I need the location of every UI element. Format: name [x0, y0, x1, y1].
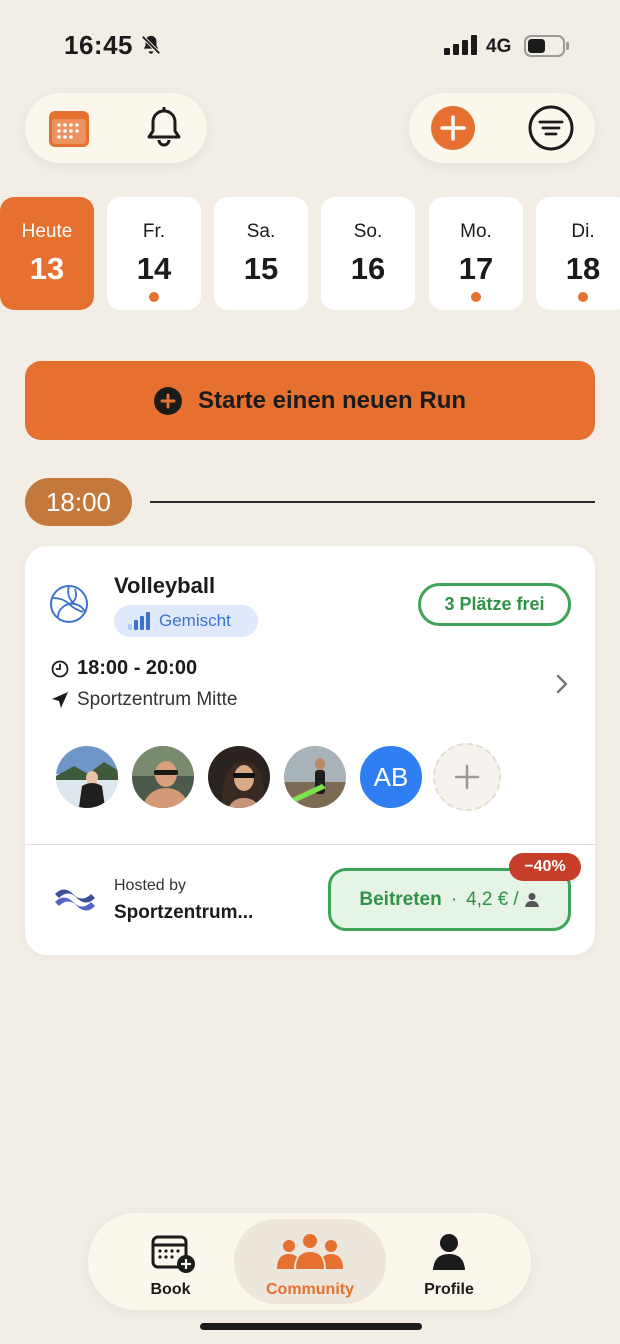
time-slot-chip: 18:00: [25, 478, 132, 526]
join-price: 4,2 €: [466, 888, 509, 910]
calendar-button[interactable]: [45, 104, 93, 152]
day-selector: Heute 13 Fr. 14 Sa. 15 So. 16 Mo. 17 Di.…: [0, 197, 620, 311]
nav-profile-label: Profile: [424, 1281, 474, 1298]
discount-badge: −40%: [509, 853, 581, 881]
start-new-run-button[interactable]: Starte einen neuen Run: [25, 361, 595, 440]
day-name: Di.: [571, 221, 595, 242]
day-name: Fr.: [142, 221, 166, 242]
avatar[interactable]: [53, 743, 121, 811]
event-dot: [578, 292, 588, 302]
join-label: Beitreten: [359, 888, 442, 910]
chevron-right-icon[interactable]: [553, 673, 571, 695]
day-number: 14: [136, 251, 172, 286]
day-number: 15: [243, 251, 279, 286]
nav-book-label: Book: [150, 1281, 191, 1298]
plus-icon: [454, 764, 480, 790]
avatar[interactable]: [281, 743, 349, 811]
start-run-label: Starte einen neuen Run: [197, 386, 467, 414]
avatar[interactable]: [129, 743, 197, 811]
plus-circle-icon: [431, 106, 475, 150]
day-sat[interactable]: Sa. 15: [214, 197, 308, 310]
clock-icon: [51, 660, 69, 677]
calendar-add-icon: [151, 1235, 195, 1273]
network-type: 4G: [486, 36, 512, 57]
home-indicator: [200, 1323, 422, 1330]
nav-book[interactable]: Book: [108, 1219, 233, 1304]
avatar-photo: [132, 746, 194, 808]
add-participant-button[interactable]: [433, 743, 501, 811]
event-title: Volleyball: [114, 573, 216, 598]
day-today[interactable]: Heute 13: [0, 197, 94, 310]
day-number: 13: [29, 251, 65, 286]
nav-community-label: Community: [266, 1281, 354, 1298]
day-number: 17: [458, 251, 494, 286]
bell-off-icon: [141, 35, 161, 55]
calendar-icon: [49, 111, 89, 147]
hosted-by-label: Hosted by: [114, 877, 187, 894]
day-number: 16: [350, 251, 386, 286]
timeline-divider: [150, 501, 595, 503]
community-icon: [277, 1234, 343, 1269]
avatar-initials[interactable]: AB: [357, 743, 425, 811]
event-location-row: Sportzentrum Mitte: [51, 689, 238, 711]
event-card[interactable]: Volleyball Gemischt 3 Plätze frei 18:00 …: [25, 546, 595, 955]
day-name: Mo.: [460, 221, 492, 242]
bottom-navigation: Book Community Profile: [88, 1213, 531, 1310]
nav-community[interactable]: Community: [234, 1219, 386, 1304]
bell-icon: [147, 107, 181, 147]
nav-profile[interactable]: Profile: [388, 1219, 510, 1304]
event-dot: [149, 292, 159, 302]
filter-icon: [528, 105, 574, 151]
per-slash: /: [513, 888, 519, 910]
slots-available-badge: 3 Plätze frei: [418, 583, 571, 626]
plus-icon: [153, 386, 182, 415]
avatar-photo: [284, 746, 346, 808]
profile-icon: [433, 1234, 465, 1270]
day-number: 18: [565, 251, 601, 286]
day-name: So.: [353, 221, 383, 242]
filter-button[interactable]: [527, 104, 575, 152]
signal-icon: [444, 35, 477, 55]
volleyball-icon: [50, 585, 88, 623]
add-button[interactable]: [429, 104, 477, 152]
host-name: Sportzentrum...: [114, 902, 254, 923]
level-label: Gemischt: [159, 611, 231, 630]
avatar[interactable]: [205, 743, 273, 811]
status-time: 16:45: [64, 30, 133, 60]
event-time: 18:00 - 20:00: [77, 657, 198, 679]
status-bar: 16:45 4G: [0, 0, 620, 90]
participants-list: AB: [53, 743, 513, 813]
top-right-toolbar: [409, 93, 595, 163]
day-name: Heute: [21, 221, 73, 242]
level-bars-icon: [128, 612, 150, 630]
card-divider: [25, 844, 595, 845]
day-sun[interactable]: So. 16: [321, 197, 415, 310]
person-icon: [524, 892, 539, 907]
location-arrow-icon: [52, 692, 68, 708]
notifications-button[interactable]: [140, 104, 188, 152]
top-left-toolbar: [25, 93, 207, 163]
avatar-photo: [56, 746, 118, 808]
level-badge: Gemischt: [114, 605, 258, 637]
event-dot: [471, 292, 481, 302]
day-fri[interactable]: Fr. 14: [107, 197, 201, 310]
battery-icon: [524, 35, 569, 57]
avatar-photo: [208, 746, 270, 808]
separator-dot: ·: [450, 888, 458, 910]
event-location: Sportzentrum Mitte: [77, 689, 238, 710]
day-mon[interactable]: Mo. 17: [429, 197, 523, 310]
event-time-row: 18:00 - 20:00: [51, 657, 197, 680]
day-tue[interactable]: Di. 18: [536, 197, 620, 310]
host-logo-icon: [55, 889, 95, 911]
day-name: Sa.: [246, 221, 276, 242]
